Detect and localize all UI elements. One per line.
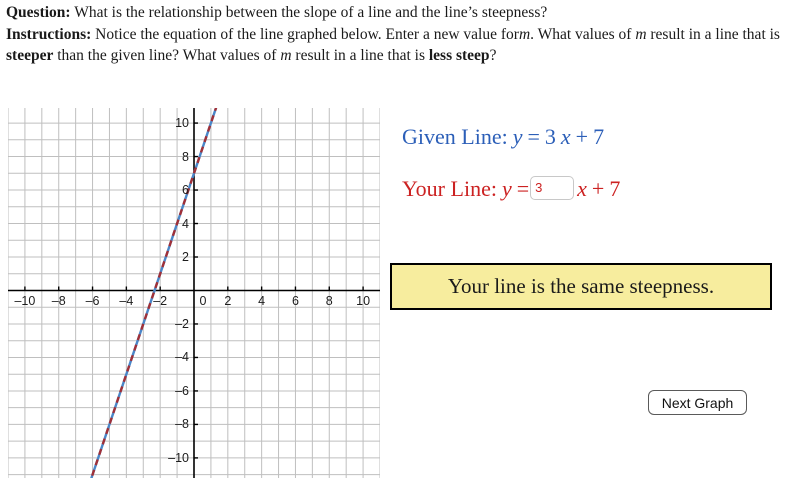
- x-tick-label: 4: [258, 294, 266, 309]
- instructions-bold-less-steep: less steep: [428, 47, 490, 64]
- x-tick-label: –4: [119, 294, 134, 309]
- instructions-var-m-2: m: [635, 25, 647, 43]
- x-tick-label: –8: [51, 294, 66, 309]
- feedback-message-box: Your line is the same steepness.: [390, 263, 772, 310]
- your-line-y: y: [501, 176, 512, 201]
- your-line-equation: Your Line: y = 3 x +7: [402, 176, 620, 200]
- instructions-part-1: Notice the equation of the line graphed …: [95, 25, 519, 43]
- y-tick-label: 2: [182, 249, 189, 264]
- given-line-intercept: 7: [593, 124, 605, 149]
- y-tick-label: 8: [182, 149, 189, 164]
- feedback-message-text: Your line is the same steepness.: [447, 274, 715, 298]
- given-line-plus: +: [575, 124, 589, 149]
- y-tick-label: 10: [175, 115, 189, 130]
- your-line-plus: +: [591, 176, 605, 201]
- x-tick-label: 0: [199, 294, 207, 309]
- graph-canvas: [8, 108, 380, 478]
- given-line-x: x: [560, 124, 571, 149]
- given-line-equation: Given Line: y = 3 x +7: [402, 126, 604, 148]
- instructions-part-3: result in a line that is: [650, 25, 780, 43]
- instructions-bold-steeper: steeper: [6, 47, 54, 64]
- y-tick-label: –6: [175, 383, 189, 398]
- x-tick-label: –10: [14, 294, 36, 309]
- y-tick-label: –4: [175, 350, 189, 365]
- y-tick-label: 6: [182, 182, 189, 197]
- x-tick-label: 8: [325, 294, 333, 309]
- your-line-label: Your Line:: [402, 176, 497, 201]
- x-tick-label: –2: [153, 294, 168, 309]
- given-line-label: Given Line:: [402, 124, 508, 149]
- instructions-part-6: ?: [489, 47, 497, 64]
- question-text: What is the relationship between the slo…: [74, 4, 548, 21]
- your-line-equals: =: [516, 176, 530, 201]
- given-line-slope: 3: [544, 124, 556, 149]
- question-label: Question:: [6, 4, 71, 21]
- y-tick-label: –8: [175, 417, 189, 432]
- next-graph-button[interactable]: Next Graph: [648, 390, 747, 415]
- slope-input-value: 3: [535, 180, 543, 195]
- coordinate-graph[interactable]: –10 –8 –6 –4 –2 0 2 4 6 8 10 –10 –8 –6 –4 –2 2 4 6 8 10: [8, 108, 380, 478]
- instructions-label: Instructions:: [6, 25, 92, 43]
- x-tick-label: –6: [85, 294, 100, 309]
- instructions-part-2: . What values of: [530, 25, 632, 43]
- instructions-var-m-1: m: [518, 25, 531, 43]
- instructions-line: Instructions: Notice the equation of the…: [6, 24, 792, 67]
- instructions-part-4: than the given line? What values of: [57, 47, 277, 64]
- y-tick-label: 4: [182, 216, 189, 231]
- instructions-var-m-3: m: [280, 47, 292, 64]
- y-tick-label: –10: [168, 450, 189, 465]
- question-line: Question: What is the relationship betwe…: [6, 2, 792, 24]
- instructions-part-5: result in a line that is: [295, 47, 425, 64]
- your-line-x: x: [577, 176, 587, 201]
- plot-svg: [8, 108, 380, 478]
- given-line-equals: =: [527, 124, 540, 149]
- problem-statement: Question: What is the relationship betwe…: [6, 2, 792, 67]
- y-tick-label: –2: [175, 316, 189, 331]
- slope-input[interactable]: 3: [530, 176, 575, 200]
- x-tick-label: 10: [356, 294, 371, 309]
- x-tick-label: 6: [291, 294, 299, 309]
- your-line-intercept: 7: [609, 176, 621, 201]
- given-line-y: y: [512, 124, 523, 149]
- x-tick-label: 2: [224, 294, 232, 309]
